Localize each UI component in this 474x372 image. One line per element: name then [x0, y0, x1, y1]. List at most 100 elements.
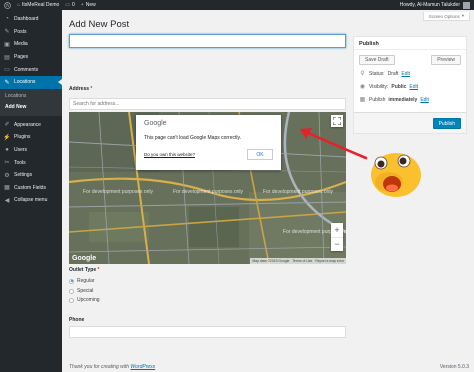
- sidebar-item-media[interactable]: ▣ Media: [0, 38, 62, 51]
- sidebar-item-label: Tools: [14, 159, 26, 166]
- preview-button[interactable]: Preview: [431, 55, 461, 65]
- radio-label: Upcoming: [77, 297, 100, 303]
- edit-visibility-link[interactable]: Edit: [409, 84, 418, 90]
- greeting: Howdy, Al-Mamun Talukder: [399, 2, 460, 8]
- sidebar-item-label: Media: [14, 41, 28, 48]
- sidebar-item-plugins[interactable]: ⚡ Plugins: [0, 131, 62, 144]
- address-placeholder: Search for address...: [73, 101, 120, 107]
- post-title-input[interactable]: [69, 34, 346, 48]
- visibility-label: Visibility:: [369, 83, 389, 90]
- admin-sidebar: ◔ Dashboard ✎ Posts ▣ Media ▤ Pages ▭ Comments ✎ Lo…: [0, 10, 62, 372]
- site-name: ItsMeReal Demo: [22, 2, 60, 8]
- account-menu[interactable]: Howdy, Al-Mamun Talukder: [399, 1, 474, 9]
- sidebar-item-label: Plugins: [14, 134, 31, 141]
- wordpress-logo-icon[interactable]: W: [0, 0, 14, 10]
- status-label: Status:: [369, 70, 385, 77]
- radio-regular[interactable]: [69, 278, 74, 284]
- sidebar-item-users[interactable]: ● Users: [0, 144, 62, 157]
- sidebar-item-tools[interactable]: ✂ Tools: [0, 156, 62, 169]
- svg-text:W: W: [5, 3, 10, 8]
- map-error-ok-button[interactable]: OK: [247, 149, 273, 160]
- home-icon: ⌂: [17, 2, 21, 8]
- location-icon: ✎: [4, 79, 10, 86]
- zoom-control: + −: [331, 223, 343, 251]
- page-title: Add New Post: [69, 19, 130, 30]
- map-error-dialog: Google This page can't load Google Maps …: [136, 115, 281, 170]
- report-map-error-link[interactable]: Report a map error: [315, 259, 344, 263]
- google-map-logo: Google: [72, 255, 97, 262]
- zoom-out-button[interactable]: −: [331, 238, 343, 252]
- schedule-label: Publish: [369, 96, 386, 103]
- google-logo: Google: [144, 120, 167, 127]
- edit-status-link[interactable]: Edit: [401, 71, 410, 77]
- fullscreen-icon: [333, 117, 341, 125]
- site-name-link[interactable]: ⌂ ItsMeReal Demo: [14, 0, 62, 10]
- sidebar-item-pages[interactable]: ▤ Pages: [0, 51, 62, 64]
- address-search-input[interactable]: Search for address...: [69, 98, 346, 110]
- media-icon: ▣: [4, 41, 10, 48]
- outlet-option-upcoming[interactable]: Upcoming: [69, 297, 100, 303]
- pages-icon: ▤: [4, 54, 10, 61]
- outlet-option-special[interactable]: Special: [69, 288, 93, 294]
- radio-special[interactable]: [69, 288, 74, 294]
- outlet-type-label: Outlet Type *: [69, 267, 99, 273]
- sidebar-item-locations[interactable]: ✎ Locations: [0, 75, 62, 89]
- screen-options-button[interactable]: Screen Options ▾: [422, 12, 470, 21]
- sidebar-item-label: Users: [14, 147, 28, 154]
- radio-upcoming[interactable]: [69, 297, 74, 303]
- comments-link[interactable]: ▭ 0: [62, 0, 78, 10]
- footer-credit: Thank you for creating with WordPress: [69, 364, 155, 370]
- sidebar-item-appearance[interactable]: ✐ Appearance: [0, 119, 62, 132]
- plugin-icon: ⚡: [3, 134, 11, 141]
- dev-watermark-1: For development purposes only: [83, 189, 154, 195]
- save-draft-button[interactable]: Save Draft: [359, 55, 395, 65]
- dev-watermark-3: For development purposes only: [263, 189, 334, 195]
- address-label: Address *: [69, 86, 92, 92]
- admin-bar: W ⌂ ItsMeReal Demo ▭ 0 + New Howdy, Al-M…: [0, 0, 474, 10]
- outlet-option-regular[interactable]: Regular: [69, 278, 95, 284]
- fields-icon: ▦: [4, 185, 10, 192]
- comments-count: 0: [72, 2, 75, 8]
- eye-icon: ◉: [359, 84, 366, 90]
- new-content-link[interactable]: + New: [78, 0, 99, 10]
- schedule-row: ▦ Publish immediately Edit: [359, 96, 429, 104]
- required-mark: *: [97, 267, 100, 273]
- phone-input[interactable]: [69, 326, 346, 338]
- pin-icon: ⚲: [360, 71, 365, 77]
- status-value: Draft: [387, 70, 399, 77]
- sidebar-item-collapse-menu[interactable]: ◀ Collapse menu: [0, 194, 62, 207]
- comment-icon: ▭: [4, 67, 10, 74]
- wordpress-link[interactable]: WordPress: [130, 364, 155, 370]
- visibility-value: Public: [391, 83, 407, 90]
- edit-schedule-link[interactable]: Edit: [420, 97, 429, 103]
- sidebar-item-dashboard[interactable]: ◔ Dashboard: [0, 13, 62, 26]
- own-website-link[interactable]: Do you own this website?: [144, 152, 195, 157]
- map-data-credit: Map data ©2019 Google: [252, 259, 290, 263]
- sidebar-item-comments[interactable]: ▭ Comments: [0, 63, 62, 76]
- submenu-item-add-new[interactable]: Add New: [0, 102, 62, 113]
- plus-icon: +: [80, 2, 84, 8]
- zoom-in-button[interactable]: +: [331, 223, 343, 237]
- settings-icon: ⚙: [4, 172, 10, 179]
- terms-of-use-link[interactable]: Terms of Use: [292, 259, 312, 263]
- sidebar-item-label: Posts: [14, 28, 27, 35]
- phone-label: Phone: [69, 317, 85, 323]
- publish-button[interactable]: Publish: [432, 118, 461, 129]
- sidebar-item-custom-fields[interactable]: ▦ Custom Fields: [0, 182, 62, 195]
- address-label-text: Address: [69, 86, 90, 92]
- version-text: Version 5.0.3: [439, 364, 469, 370]
- status-row: ⚲ Status: Draft Edit: [359, 70, 410, 78]
- calendar-icon: ▦: [359, 97, 366, 103]
- sidebar-item-label: Collapse menu: [14, 197, 48, 204]
- google-map[interactable]: For development purposes only For develo…: [69, 112, 346, 264]
- appearance-icon: ✐: [4, 122, 10, 129]
- submenu-item-locations[interactable]: Locations: [0, 91, 62, 102]
- sidebar-item-label: Settings: [14, 172, 33, 179]
- comment-icon: ▭: [65, 2, 70, 8]
- tools-icon: ✂: [4, 160, 10, 167]
- sidebar-item-settings[interactable]: ⚙ Settings: [0, 169, 62, 182]
- sidebar-item-posts[interactable]: ✎ Posts: [0, 26, 62, 39]
- sidebar-item-label: Appearance: [14, 121, 41, 128]
- locations-submenu: Locations Add New: [0, 88, 62, 116]
- fullscreen-button[interactable]: [331, 115, 343, 127]
